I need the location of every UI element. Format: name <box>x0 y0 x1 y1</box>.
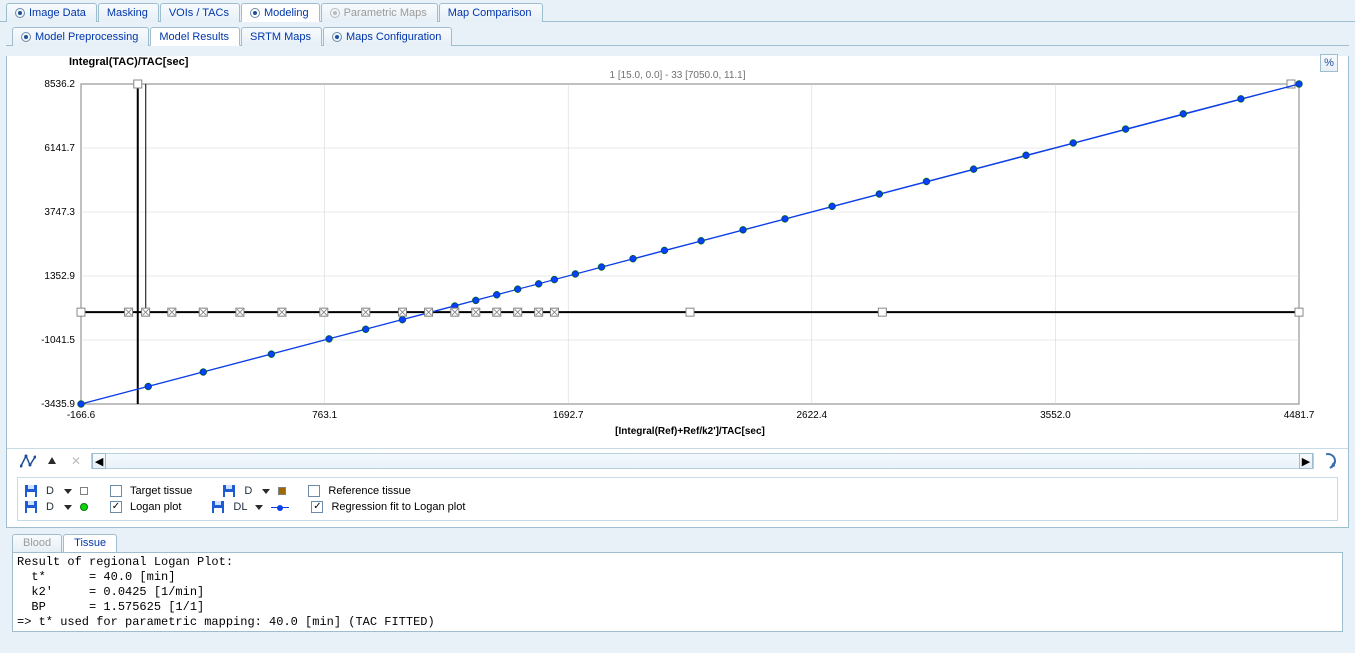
tab-label: Map Comparison <box>448 7 532 19</box>
dropdown-icon[interactable] <box>262 489 270 494</box>
svg-text:-3435.9: -3435.9 <box>41 399 75 410</box>
legend-panel: D Target tissue D Reference tissue <box>17 477 1338 521</box>
tab-vois-tacs[interactable]: VOIs / TACs <box>160 3 240 22</box>
save-icon[interactable] <box>24 484 38 498</box>
svg-text:6141.7: 6141.7 <box>44 143 75 154</box>
tab-label: Image Data <box>29 7 86 19</box>
legend-label-d: D <box>244 485 254 497</box>
legend-label-regression: Regression fit to Logan plot <box>331 501 465 513</box>
tab-label: Parametric Maps <box>344 7 427 19</box>
marker-open-square-icon <box>80 487 88 495</box>
save-icon[interactable] <box>211 500 225 514</box>
output-line: BP = 1.575625 [1/1] <box>17 600 204 614</box>
scroll-right-icon[interactable]: ▶ <box>1299 453 1313 469</box>
chart-area[interactable]: Integral(TAC)/TAC[sec] 1 [15.0, 0.0] - 3… <box>19 56 1336 444</box>
svg-text:-166.6: -166.6 <box>67 410 96 421</box>
plot-svg: -3435.9 -1041.5 1352.9 3747.3 6141.7 8536.2 -1… <box>19 56 1319 444</box>
regression-checkbox[interactable] <box>311 501 323 513</box>
chart-title: Integral(TAC)/TAC[sec] <box>69 56 188 68</box>
save-icon[interactable] <box>222 484 236 498</box>
bottomtab-tissue[interactable]: Tissue <box>63 534 117 552</box>
svg-text:2622.4: 2622.4 <box>797 410 828 421</box>
svg-text:1692.7: 1692.7 <box>553 410 584 421</box>
percent-button[interactable]: % <box>1320 54 1338 72</box>
radio-icon <box>250 8 260 18</box>
legend-label-target: Target tissue <box>130 485 192 497</box>
tab-image-data[interactable]: Image Data <box>6 3 97 22</box>
model-results-panel: Integral(TAC)/TAC[sec] 1 [15.0, 0.0] - 3… <box>6 56 1349 528</box>
legend-label-d: D <box>46 501 56 513</box>
scroll-left-icon[interactable]: ◀ <box>92 453 106 469</box>
target-tissue-checkbox[interactable] <box>110 485 122 497</box>
radio-icon <box>15 8 25 18</box>
subtab-srtm-maps[interactable]: SRTM Maps <box>241 27 322 46</box>
tab-label: Model Preprocessing <box>35 31 138 43</box>
chart-toolbar: ✕ ◀ ▶ <box>7 448 1348 473</box>
pct-label: % <box>1324 57 1334 69</box>
bottomtab-blood: Blood <box>12 534 62 552</box>
tab-label: Modeling <box>264 7 309 19</box>
marker-line-dot-icon <box>271 507 289 508</box>
legend-label-dl: DL <box>233 501 247 513</box>
clear-icon: ✕ <box>67 454 85 468</box>
radio-icon <box>330 8 340 18</box>
refresh-icon[interactable] <box>1317 450 1339 472</box>
chart-scrollbar[interactable]: ◀ ▶ <box>91 453 1314 469</box>
main-tabs: Image Data Masking VOIs / TACs Modeling … <box>0 0 1355 22</box>
svg-text:3552.0: 3552.0 <box>1040 410 1071 421</box>
output-line: => t* used for parametric mapping: 40.0 … <box>17 615 435 629</box>
radio-icon <box>21 32 31 42</box>
svg-text:1352.9: 1352.9 <box>44 271 75 282</box>
svg-text:8536.2: 8536.2 <box>44 79 75 90</box>
svg-text:4481.7: 4481.7 <box>1284 410 1315 421</box>
subtab-maps-configuration[interactable]: Maps Configuration <box>323 27 452 46</box>
marker-up-icon[interactable] <box>43 452 61 470</box>
svg-text:[Integral(Ref)+Ref/k2']/TAC[se: [Integral(Ref)+Ref/k2']/TAC[sec] <box>615 426 765 437</box>
marker-filled-square-icon <box>278 487 286 495</box>
subtab-model-results[interactable]: Model Results <box>150 27 240 46</box>
radio-icon <box>332 32 342 42</box>
legend-label-logan: Logan plot <box>130 501 181 513</box>
sub-tabs: Model Preprocessing Model Results SRTM M… <box>6 24 1349 46</box>
tab-label: Tissue <box>74 537 106 549</box>
dropdown-icon[interactable] <box>64 505 72 510</box>
tab-label: Masking <box>107 7 148 19</box>
tab-modeling[interactable]: Modeling <box>241 3 320 22</box>
save-icon[interactable] <box>24 500 38 514</box>
bottom-tabs: Blood Tissue <box>6 532 1349 552</box>
svg-text:-1041.5: -1041.5 <box>41 335 75 346</box>
output-line: k2' = 0.0425 [1/min] <box>17 585 204 599</box>
tab-masking[interactable]: Masking <box>98 3 159 22</box>
logan-plot-checkbox[interactable] <box>110 501 122 513</box>
svg-text:763.1: 763.1 <box>312 410 337 421</box>
output-line: Result of regional Logan Plot: <box>17 555 233 569</box>
output-text: Result of regional Logan Plot: t* = 40.0… <box>12 552 1343 632</box>
subtab-model-preprocessing[interactable]: Model Preprocessing <box>12 27 149 46</box>
dropdown-icon[interactable] <box>255 505 263 510</box>
tab-label: SRTM Maps <box>250 31 311 43</box>
legend-label-d: D <box>46 485 56 497</box>
chart-subtitle: 1 [15.0, 0.0] - 33 [7050.0, 11.1] <box>609 70 745 81</box>
tab-label: Blood <box>23 537 51 549</box>
dropdown-icon[interactable] <box>64 489 72 494</box>
output-line: t* = 40.0 [min] <box>17 570 175 584</box>
reference-tissue-checkbox[interactable] <box>308 485 320 497</box>
tab-map-comparison[interactable]: Map Comparison <box>439 3 543 22</box>
workarea: Model Preprocessing Model Results SRTM M… <box>0 22 1355 632</box>
marker-green-dot-icon <box>80 503 88 511</box>
tab-label: Model Results <box>159 31 229 43</box>
line-mode-icon[interactable] <box>19 452 37 470</box>
tab-parametric-maps: Parametric Maps <box>321 3 438 22</box>
svg-text:3747.3: 3747.3 <box>44 207 75 218</box>
tab-label: VOIs / TACs <box>169 7 229 19</box>
tab-label: Maps Configuration <box>346 31 441 43</box>
legend-label-reference: Reference tissue <box>328 485 411 497</box>
